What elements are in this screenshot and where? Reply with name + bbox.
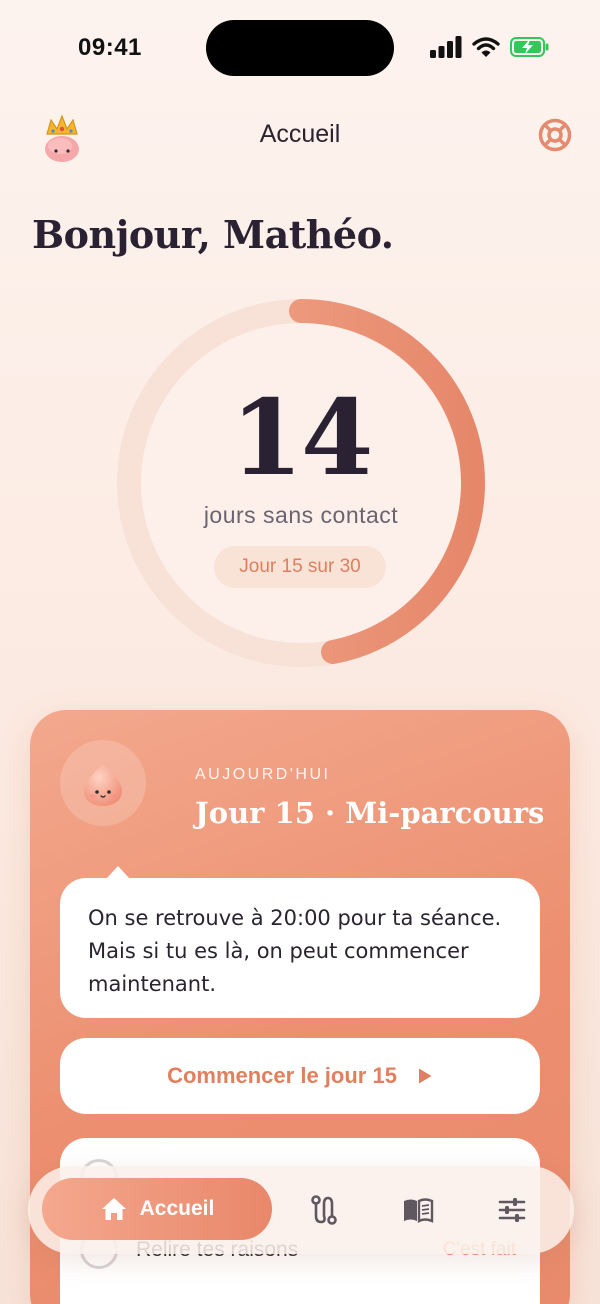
- play-icon: [418, 1068, 432, 1084]
- book-icon: [404, 1198, 434, 1223]
- tab-home[interactable]: Accueil: [42, 1178, 272, 1240]
- card-title: Jour 15 · Mi-parcours: [195, 796, 545, 830]
- settings-sliders-icon: [498, 1198, 526, 1222]
- streak-ring: 14 jours sans contact Jour 15 sur 30: [116, 298, 486, 668]
- greeting-heading: Bonjour, Mathéo.: [32, 212, 394, 257]
- days-label: jours sans contact: [203, 502, 399, 528]
- message-text: On se retrouve à 20:00 pour ta séance. M…: [88, 906, 502, 996]
- status-bar: 09:41: [0, 0, 600, 100]
- start-day-label: Commencer le jour 15: [167, 1063, 397, 1088]
- cellular-signal-icon: [430, 36, 462, 58]
- battery-charging-icon: [510, 37, 549, 57]
- bottom-tab-bar: Accueil: [28, 1166, 574, 1254]
- message-bubble: On se retrouve à 20:00 pour ta séance. M…: [60, 866, 540, 1018]
- help-lifebuoy-button[interactable]: [538, 118, 572, 152]
- dynamic-island: [206, 20, 394, 76]
- top-header: Accueil: [0, 100, 600, 170]
- tab-journal[interactable]: [402, 1194, 434, 1226]
- mascot-drop-icon: [84, 762, 122, 806]
- status-icons: [430, 36, 550, 58]
- page-title: Accueil: [259, 120, 341, 148]
- path-icon: [311, 1195, 337, 1225]
- tab-path[interactable]: [308, 1194, 340, 1226]
- day-progress-badge: Jour 15 sur 30: [214, 546, 386, 588]
- tab-home-label: Accueil: [139, 1197, 215, 1220]
- status-time: 09:41: [78, 34, 142, 61]
- card-eyebrow: AUJOURD'HUI: [195, 766, 331, 783]
- mascot-avatar: [60, 740, 146, 826]
- tab-settings[interactable]: [496, 1194, 528, 1226]
- lifebuoy-icon: [538, 118, 572, 152]
- home-icon: [101, 1198, 126, 1220]
- start-day-button[interactable]: Commencer le jour 15: [60, 1038, 540, 1114]
- days-count: 14: [230, 376, 374, 499]
- wifi-icon: [472, 37, 500, 57]
